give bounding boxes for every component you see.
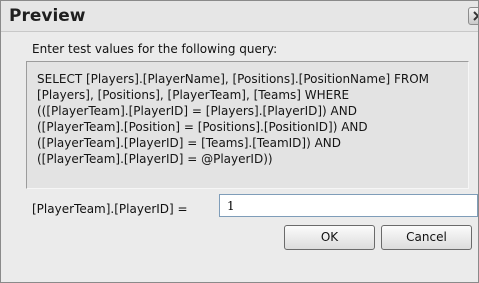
query-line: ([PlayerTeam].[PlayerID] = [Teams].[Team… (37, 136, 342, 150)
preview-dialog: Preview Enter test values for the follow… (0, 0, 479, 283)
query-text: SELECT [Players].[PlayerName], [Position… (37, 71, 462, 167)
query-line: (([PlayerTeam].[PlayerID] = [Players].[P… (37, 104, 357, 118)
query-line: SELECT [Players].[PlayerName], [Position… (37, 72, 429, 86)
parameter-value-input[interactable] (219, 194, 478, 217)
cancel-button[interactable]: Cancel (381, 225, 472, 250)
query-line: [Players], [Positions], [PlayerTeam], [T… (37, 88, 350, 102)
close-icon (473, 11, 478, 21)
query-prompt: Enter test values for the following quer… (32, 42, 278, 56)
window-title: Preview (9, 6, 86, 26)
query-line: ([PlayerTeam].[Position] = [Positions].[… (37, 120, 368, 134)
ok-button[interactable]: OK (284, 225, 375, 250)
parameter-label: [PlayerTeam].[PlayerID] = (32, 202, 188, 216)
query-line: ([PlayerTeam].[PlayerID] = @PlayerID)) (37, 152, 273, 166)
close-button[interactable] (468, 7, 478, 25)
title-bar: Preview (1, 1, 478, 32)
query-display: SELECT [Players].[PlayerName], [Position… (26, 61, 469, 189)
